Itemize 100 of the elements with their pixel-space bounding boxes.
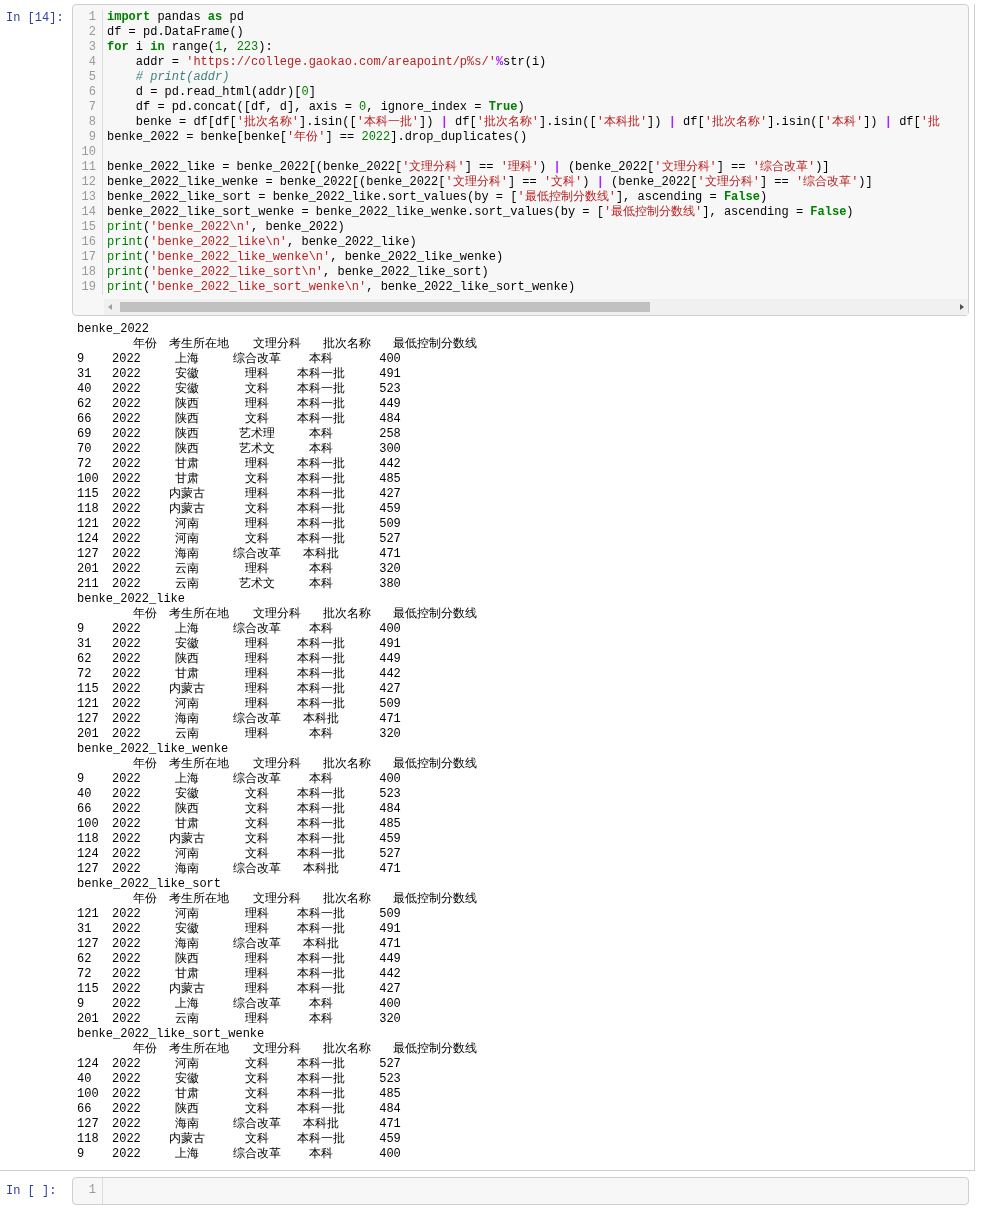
column-header: 年份 — [133, 892, 158, 907]
output-cell-text: 理科 — [244, 487, 270, 502]
column-header: 文理分科 — [253, 337, 302, 352]
output-cell-text: 449 — [378, 952, 402, 967]
output-cell-text: 陕西 — [174, 802, 200, 817]
output-cell-text: 491 — [378, 922, 402, 937]
row-index: 62 — [77, 952, 93, 967]
output-cell-text: 文科 — [244, 502, 270, 517]
row-index: 121 — [77, 517, 100, 532]
output-cell-text: 527 — [378, 847, 402, 862]
output-cell-text: 综合改革 — [232, 862, 282, 877]
row-index: 40 — [77, 1072, 93, 1087]
output-cell-text: 河南 — [174, 847, 200, 862]
output-cell-text: 2022 — [112, 487, 142, 502]
output-cell-text: 320 — [378, 1012, 402, 1027]
output-cell-text: 文科 — [244, 1057, 270, 1072]
output-cell-text: 本科 — [308, 442, 334, 457]
output-cell-text: 本科一批 — [296, 397, 346, 412]
output-cell-text: 2022 — [112, 997, 142, 1012]
column-header: 考生所在地 — [169, 337, 230, 352]
output-cell-text: 安徽 — [174, 1072, 200, 1087]
output-cell-text: 理科 — [244, 952, 270, 967]
output-cell-text: 2022 — [112, 967, 142, 982]
output-cell-text: 2022 — [112, 922, 142, 937]
output-cell-text: 2022 — [112, 697, 142, 712]
code-line: print('benke_2022_like_sort_wenke\n', benke_2022_like_sort_wenke) — [107, 280, 577, 295]
row-index: 9 — [77, 997, 86, 1012]
output-cell-text: 上海 — [174, 352, 200, 367]
output-cell-text: 2022 — [112, 772, 142, 787]
output-cell-text: 理科 — [244, 667, 270, 682]
output-cell-text: 本科一批 — [296, 967, 346, 982]
output-cell-text: 2022 — [112, 397, 142, 412]
output-cell-text: 本科批 — [302, 937, 340, 952]
output-cell-text: 2022 — [112, 1102, 142, 1117]
row-index: 40 — [77, 382, 93, 397]
output-cell-text: 442 — [378, 457, 402, 472]
output-cell-text: 陕西 — [174, 952, 200, 967]
output-cell-text: 2022 — [112, 532, 142, 547]
output-cell-text: 安徽 — [174, 637, 200, 652]
row-index: 115 — [77, 682, 100, 697]
output-cell-text: 523 — [378, 787, 402, 802]
output-cell-text: 442 — [378, 967, 402, 982]
row-index: 118 — [77, 1132, 100, 1147]
output-cell-text: 485 — [378, 817, 402, 832]
output-cell-text: 2022 — [112, 937, 142, 952]
horizontal-scrollbar[interactable] — [104, 299, 968, 315]
output-cell-text: 本科一批 — [296, 922, 346, 937]
output-cell-text: 文科 — [244, 802, 270, 817]
line-number: 6 — [87, 85, 96, 100]
output-cell-text: 本科一批 — [296, 802, 346, 817]
output-cell-text: 本科批 — [302, 1117, 340, 1132]
code-line: addr = 'https://college.gaokao.com/areapoint/p%s/'%str(i) — [134, 55, 548, 70]
output-cell-text: 471 — [378, 712, 402, 727]
output-cell-text: 本科 — [308, 352, 334, 367]
output-cell-text: 文科 — [244, 787, 270, 802]
output-cell-text: 艺术理 — [238, 427, 276, 442]
column-header: 批次名称 — [323, 337, 372, 352]
output-cell-text: 本科一批 — [296, 532, 346, 547]
output-cell-text: 甘肃 — [174, 817, 200, 832]
output-cell-text: 471 — [378, 547, 402, 562]
output-cell-text: 河南 — [174, 532, 200, 547]
output-title: benke_2022_like_sort_wenke — [77, 1027, 266, 1042]
row-index: 127 — [77, 862, 100, 877]
output-cell-text: 442 — [378, 667, 402, 682]
code-cell[interactable] — [72, 4, 969, 316]
output-cell-text: 本科一批 — [296, 667, 346, 682]
column-header: 文理分科 — [253, 757, 302, 772]
row-index: 121 — [77, 697, 100, 712]
output-title: benke_2022_like — [77, 592, 187, 607]
output-cell-text: 本科一批 — [296, 817, 346, 832]
output-cell-text: 本科 — [308, 997, 334, 1012]
code-cell[interactable]: 1 — [72, 1177, 969, 1205]
output-cell-text: 本科一批 — [296, 637, 346, 652]
output-cell-text: 上海 — [174, 772, 200, 787]
output-cell-text: 2022 — [112, 412, 142, 427]
column-header: 年份 — [133, 1042, 158, 1057]
output-cell-text: 2022 — [112, 622, 142, 637]
line-number: 1 — [87, 10, 96, 25]
output-cell-text: 本科一批 — [296, 952, 346, 967]
output-cell-text: 安徽 — [174, 382, 200, 397]
row-index: 66 — [77, 802, 93, 817]
output-cell-text: 471 — [378, 1117, 402, 1132]
output-cell-text: 陕西 — [174, 427, 200, 442]
output-cell-text: 艺术文 — [238, 577, 276, 592]
code-line: print('benke_2022_like_sort\n', benke_2022_like_sort) — [107, 265, 490, 280]
column-header: 考生所在地 — [169, 757, 230, 772]
output-cell-text: 本科批 — [302, 712, 340, 727]
output-cell-text: 484 — [378, 1102, 402, 1117]
column-header: 考生所在地 — [169, 1042, 230, 1057]
output-cell-text: 2022 — [112, 517, 142, 532]
output-cell-text: 本科一批 — [296, 1057, 346, 1072]
scrollbar-thumb[interactable] — [120, 302, 650, 312]
output-cell-text: 2022 — [112, 472, 142, 487]
output-cell-text: 文科 — [244, 382, 270, 397]
output-cell-text: 509 — [378, 517, 402, 532]
output-cell-text: 2022 — [112, 1087, 142, 1102]
output-cell-text: 本科一批 — [296, 1102, 346, 1117]
output-cell-text: 2022 — [112, 712, 142, 727]
output-cell-text: 本科一批 — [296, 1087, 346, 1102]
output-title: benke_2022_like_sort — [77, 877, 223, 892]
